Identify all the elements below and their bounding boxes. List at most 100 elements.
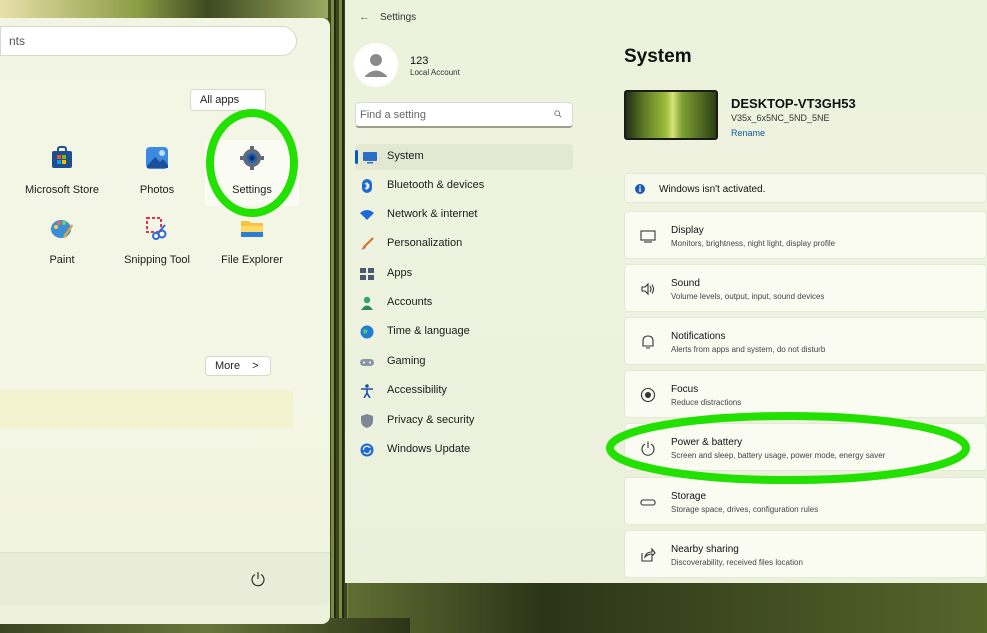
nav-item-system[interactable]: System — [355, 144, 573, 170]
nav-item-network[interactable]: Network & internet — [355, 202, 573, 228]
display-icon — [640, 230, 656, 243]
avatar — [354, 43, 398, 87]
window-title: Settings — [380, 12, 417, 23]
card-subtitle: Storage space, drives, configuration rul… — [671, 505, 819, 514]
nav-label: Accessibility — [387, 384, 447, 396]
card-storage[interactable]: Storage Storage space, drives, configura… — [624, 477, 987, 525]
rename-link[interactable]: Rename — [731, 128, 765, 138]
card-subtitle: Monitors, brightness, night light, displ… — [671, 239, 836, 248]
device-wallpaper-thumbnail — [624, 90, 718, 140]
pinned-app-settings[interactable]: Settings — [205, 140, 299, 206]
nav-item-personalization[interactable]: Personalization — [355, 231, 573, 257]
active-indicator — [355, 150, 358, 164]
file-explorer-icon — [241, 221, 263, 237]
more-label: More — [215, 360, 241, 372]
focus-icon — [640, 387, 656, 403]
nav-label: System — [387, 150, 424, 162]
card-sound[interactable]: Sound Volume levels, output, input, soun… — [624, 264, 987, 312]
card-title: Display — [671, 225, 704, 236]
photos-icon — [146, 147, 168, 169]
pinned-app-microsoft-store[interactable]: Microsoft Store — [15, 146, 109, 210]
system-icon — [363, 152, 377, 164]
apps-icon — [360, 268, 374, 280]
app-label: Settings — [232, 184, 272, 196]
nav-item-accessibility[interactable]: Accessibility — [355, 378, 573, 404]
share-icon — [641, 547, 656, 562]
nav-label: Gaming — [387, 355, 426, 367]
chevron-right-icon: > — [252, 360, 259, 372]
nav-label: Network & internet — [387, 208, 478, 220]
card-notifications[interactable]: Notifications Alerts from apps and syste… — [624, 317, 987, 365]
nav-label: Windows Update — [387, 443, 471, 455]
settings-gear-icon — [240, 146, 264, 170]
back-arrow-icon[interactable]: ← — [359, 11, 370, 23]
nav-item-apps[interactable]: Apps — [355, 261, 573, 287]
start-footer — [0, 552, 330, 606]
app-label: Microsoft Store — [25, 184, 99, 196]
nav-item-gaming[interactable]: Gaming — [355, 349, 573, 375]
pinned-app-paint[interactable]: Paint — [15, 216, 109, 280]
pinned-app-snipping-tool[interactable]: Snipping Tool — [110, 216, 204, 280]
pinned-app-file-explorer[interactable]: File Explorer — [205, 216, 299, 280]
wallpaper-top — [0, 0, 345, 18]
recommended-area — [0, 390, 293, 428]
info-icon — [635, 184, 645, 194]
storage-icon — [640, 499, 656, 506]
nav-item-windows-update[interactable]: Windows Update — [355, 437, 573, 463]
card-subtitle: Reduce distractions — [671, 398, 742, 407]
search-placeholder: Find a setting — [360, 109, 427, 121]
start-menu — [0, 18, 330, 624]
snipping-tool-icon — [146, 217, 167, 240]
nav-label: Accounts — [387, 296, 433, 308]
paint-icon — [51, 220, 73, 238]
bell-icon — [642, 335, 654, 349]
nav-item-time-language[interactable]: Time & language — [355, 319, 573, 345]
device-model: V35x_6x5NC_5ND_5NE — [731, 113, 830, 123]
card-focus[interactable]: Focus Reduce distractions — [624, 370, 987, 418]
card-display[interactable]: Display Monitors, brightness, night ligh… — [624, 211, 987, 259]
card-nearby-sharing[interactable]: Nearby sharing Discoverability, received… — [624, 530, 987, 578]
pinned-app-photos[interactable]: Photos — [110, 146, 204, 210]
nav-item-accounts[interactable]: Accounts — [355, 290, 573, 316]
bluetooth-icon — [362, 179, 372, 193]
shield-icon — [361, 414, 373, 428]
find-setting-input[interactable]: Find a setting — [355, 102, 573, 128]
brush-icon — [361, 237, 374, 250]
card-subtitle: Alerts from apps and system, do not dist… — [671, 345, 826, 354]
user-name: 123 — [410, 55, 429, 67]
nav-label: Apps — [387, 267, 413, 279]
app-label: Photos — [139, 184, 175, 196]
card-title: Nearby sharing — [671, 544, 739, 555]
card-title: Focus — [671, 384, 699, 395]
account-type: Local Account — [410, 68, 460, 77]
nav-label: Time & language — [387, 325, 470, 337]
page-title: System — [624, 46, 692, 67]
gamepad-icon — [360, 359, 374, 366]
app-label: Paint — [49, 254, 75, 266]
nav-item-bluetooth[interactable]: Bluetooth & devices — [355, 173, 573, 199]
all-apps-button[interactable]: All apps — [190, 89, 266, 111]
start-search-input[interactable]: nts — [0, 26, 297, 56]
nav-label: Bluetooth & devices — [387, 179, 485, 191]
card-title: Power & battery — [671, 437, 743, 448]
power-button-icon[interactable] — [250, 571, 266, 587]
nav-label: Personalization — [387, 237, 463, 249]
card-title: Notifications — [671, 331, 726, 342]
wifi-icon — [360, 210, 374, 220]
globe-clock-icon — [360, 325, 374, 339]
activation-text: Windows isn't activated. — [659, 184, 766, 195]
nav-label: Privacy & security — [387, 414, 475, 426]
card-subtitle: Discoverability, received files location — [671, 558, 803, 567]
activation-banner[interactable]: Windows isn't activated. — [624, 173, 987, 203]
card-power-battery[interactable]: Power & battery Screen and sleep, batter… — [624, 423, 987, 471]
speaker-icon — [641, 282, 655, 296]
accounts-icon — [361, 296, 373, 310]
windows-update-icon — [360, 443, 374, 457]
card-subtitle: Volume levels, output, input, sound devi… — [671, 292, 825, 301]
card-title: Sound — [671, 278, 700, 289]
more-button[interactable]: More > — [205, 356, 271, 376]
accessibility-icon — [361, 384, 373, 398]
nav-item-privacy[interactable]: Privacy & security — [355, 408, 573, 434]
app-label: File Explorer — [221, 254, 283, 266]
search-icon — [554, 110, 562, 118]
